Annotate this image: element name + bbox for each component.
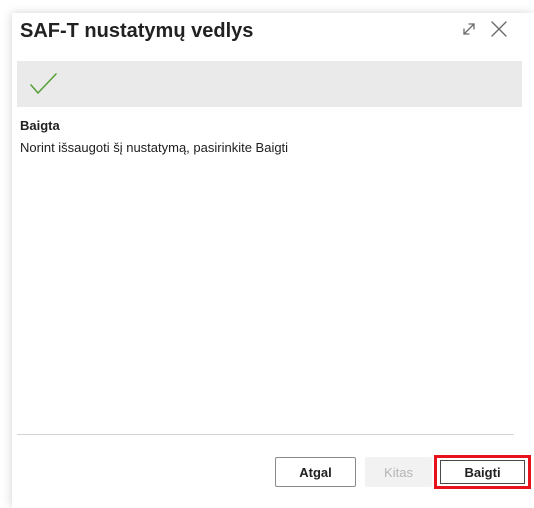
wizard-content: Baigta Norint išsaugoti šį nustatymą, pa… xyxy=(20,117,514,156)
content-heading: Baigta xyxy=(20,118,60,133)
expand-arrows-icon xyxy=(458,18,480,40)
content-text: Norint išsaugoti šį nustatymą, pasirinki… xyxy=(20,140,289,155)
close-button[interactable] xyxy=(488,18,510,40)
expand-button[interactable] xyxy=(458,18,480,40)
close-x-icon xyxy=(488,18,510,40)
footer-divider xyxy=(17,434,514,435)
back-button[interactable]: Atgal xyxy=(275,457,356,487)
dialog-title: SAF-T nustatymų vedlys xyxy=(20,20,254,42)
next-button: Kitas xyxy=(365,457,432,487)
checkmark-icon xyxy=(27,68,59,103)
wizard-step-bar xyxy=(17,61,522,107)
finish-button[interactable]: Baigti xyxy=(440,460,525,484)
